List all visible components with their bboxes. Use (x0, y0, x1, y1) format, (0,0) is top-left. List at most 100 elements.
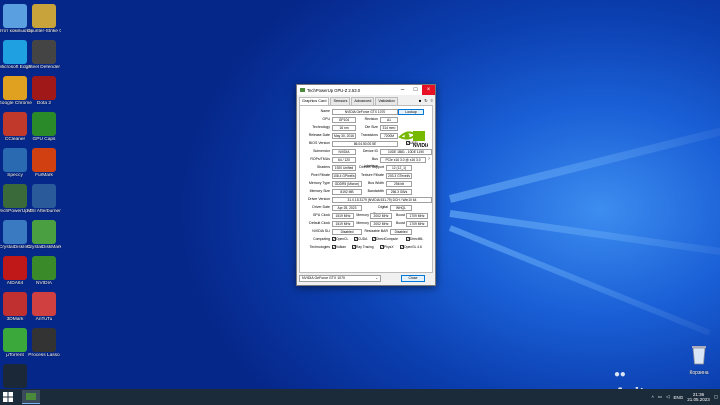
bottom-bar: NVIDIA GeForce GTX 1070 ⌄ Close (299, 275, 433, 283)
gpu-select[interactable]: NVIDIA GeForce GTX 1070 ⌄ (299, 275, 381, 282)
row-default-clock: Default Clock 1519 MHz Memory 2002 MHz B… (302, 220, 430, 227)
window-titlebar[interactable]: TechPowerUp GPU-Z 2.53.0 – □ × (297, 85, 435, 95)
row-computing: Computing ✓OpenCL ✓CUDA ✓DirectCompute ✓… (313, 236, 424, 243)
chrome-icon (3, 76, 27, 100)
row-sli: NVIDIA SLI Disabled Resizable BAR Disabl… (302, 228, 430, 235)
desktop-icon[interactable]: Counter-Strike Global Offensive (27, 4, 61, 34)
diskmark-icon (32, 220, 56, 244)
language-indicator[interactable]: ENG (673, 395, 683, 400)
row-memory-size: Memory Size 8192 MB Bandwidth 256.3 GB/s (302, 188, 430, 195)
desktop-icon-label: FurMark (35, 173, 53, 178)
desktop-icon-label: Process Lasso (28, 353, 60, 358)
vulkan-check[interactable]: ✓Vulkan (332, 244, 346, 251)
row-fillrate: Pixel Fillrate 108.4 GPixel/s Texture Fi… (310, 172, 412, 179)
tab-advanced[interactable]: Advanced (351, 97, 375, 105)
tab-graphics-card[interactable]: Graphics Card (299, 97, 330, 105)
system-tray: ^ ▭ ◁ ENG 21:36 21.05.2023 ▢ (652, 389, 718, 405)
cuda-check[interactable]: ✓CUDA (354, 236, 367, 243)
physx-check[interactable]: ✓PhysX (380, 244, 394, 251)
ccleaner-icon (3, 112, 27, 136)
3dmark-icon (3, 292, 27, 316)
recycle-bin[interactable]: Корзина (682, 343, 716, 376)
gpuz-window[interactable]: TechPowerUp GPU-Z 2.53.0 – □ × Graphics … (296, 84, 436, 286)
recycle-bin-label: Корзина (689, 370, 709, 376)
tray-chevron-up-icon[interactable]: ^ (652, 395, 654, 400)
lookup-button[interactable]: Lookup (398, 109, 424, 115)
clock[interactable]: 21:36 21.05.2023 (687, 392, 710, 403)
row-subvendor: Subvendor NVIDIA Device ID 10DE 1B81 - 1… (302, 148, 432, 155)
desktop-icon[interactable]: CrystalDiskMark (27, 220, 61, 250)
wallpaper-beam (449, 127, 720, 203)
clock-date: 21.05.2023 (687, 397, 710, 402)
nvidia-icon (32, 256, 56, 280)
row-technologies: Technologies ✓Vulkan ✓Ray Tracing ✓PhysX… (309, 244, 422, 251)
tab-sensors[interactable]: Sensors (330, 97, 351, 105)
raytracing-check[interactable]: ✓Ray Tracing (352, 244, 374, 251)
close-button[interactable]: Close (401, 275, 425, 282)
chevron-down-icon: ⌄ (375, 276, 378, 280)
directcompute-check[interactable]: ✓DirectCompute (372, 236, 398, 243)
window-title: TechPowerUp GPU-Z 2.53.0 (307, 87, 361, 93)
desktop-icon[interactable]: NVIDIA (27, 256, 61, 286)
name-value: NVIDIA GeForce GTX 1070 (332, 108, 398, 115)
row-name: Name NVIDIA GeForce GTX 1070 Lookup (302, 108, 430, 115)
refresh-icon[interactable]: ↻ (424, 98, 427, 103)
gpucaps-icon (32, 112, 56, 136)
desktop-icon-label: AnTuTu (35, 317, 53, 322)
desktop-icon-label: CrystalDiskMark (27, 245, 61, 250)
desktop-icon[interactable]: FurMark (27, 148, 61, 178)
lasso-icon (32, 328, 56, 352)
desktop-icon[interactable]: Steam (0, 364, 32, 389)
menu-icon[interactable]: ≡ (431, 98, 433, 103)
row-driver-date: Driver Date Apr 25, 2023 Digital Signatu… (302, 204, 430, 216)
windows-start-icon[interactable] (3, 392, 13, 402)
afterburner-icon (32, 184, 56, 208)
desktop-icon-label: Dota 2 (36, 101, 52, 106)
utorrent-icon (3, 328, 27, 352)
bus-help-icon[interactable]: ? (428, 156, 430, 163)
tab-validation[interactable]: Validation (375, 97, 398, 105)
desktop-icon-label: Counter-Strike Global Offensive (27, 29, 61, 34)
gpuz-icon (3, 184, 27, 208)
desktop-icon[interactable]: Dota 2 (27, 76, 61, 106)
steam-icon (3, 364, 27, 388)
row-driver-version: Driver Version 31.0.15.3179 (NVIDIA 531.… (302, 196, 432, 203)
edge-icon (3, 40, 27, 64)
camera-icon[interactable]: ■ (419, 98, 421, 103)
dota-icon (32, 76, 56, 100)
desktop-icon[interactable]: Steel Defender (27, 40, 61, 70)
game-icon (32, 40, 56, 64)
taskbar: ^ ▭ ◁ ENG 21:36 21.05.2023 ▢ (0, 389, 720, 405)
opencl-check[interactable]: ✓OpenCL (332, 236, 348, 243)
gpu-value: GP104 (332, 116, 356, 123)
aida-icon (3, 256, 27, 280)
desktop-icon[interactable]: MSI Afterburner (27, 184, 61, 214)
row-gpu-clock: GPU Clock 1519 MHz Memory 2002 MHz Boost… (302, 212, 430, 219)
taskbar-gpuz-app[interactable] (22, 390, 40, 404)
desktop-icon[interactable]: GPU Caps (27, 112, 61, 142)
row-rops: ROPs/TMUs 64 / 120 Bus Interface PCIe x1… (310, 156, 430, 168)
minimize-button[interactable]: – (396, 85, 409, 95)
computer-icon (3, 4, 27, 28)
network-icon[interactable]: ▭ (658, 394, 662, 400)
antutu-icon (32, 292, 56, 316)
revision-value: A1 (380, 116, 398, 123)
row-bios: BIOS Version 86.04.50.00.5E ✓UEFI (308, 140, 418, 147)
desktop-icon[interactable]: AnTuTu (27, 292, 61, 322)
uefi-check: ✓UEFI (406, 141, 418, 146)
row-gpu: GPU GP104 Revision A1 (302, 116, 430, 123)
wallpaper-beam (449, 210, 720, 256)
furmark-icon (32, 148, 56, 172)
directml-check[interactable]: ✓DirectML (406, 236, 423, 243)
close-window-button[interactable]: × (422, 85, 435, 95)
graphics-card-panel: Name NVIDIA GeForce GTX 1070 Lookup GPU … (299, 105, 433, 273)
opengl-check[interactable]: ✓OpenGL 4.6 (400, 244, 422, 251)
volume-icon[interactable]: ◁ (666, 394, 669, 400)
speccy-icon (3, 148, 27, 172)
recycle-bin-icon (692, 346, 706, 365)
row-memory-type: Memory Type GDDR5 (Micron) Bus Width 256… (302, 180, 430, 187)
notification-icon[interactable]: ▢ (714, 394, 718, 400)
maximize-button[interactable]: □ (409, 85, 422, 95)
desktop-icon[interactable]: Process Lasso (27, 328, 61, 358)
gpuz-app-icon (300, 88, 305, 92)
